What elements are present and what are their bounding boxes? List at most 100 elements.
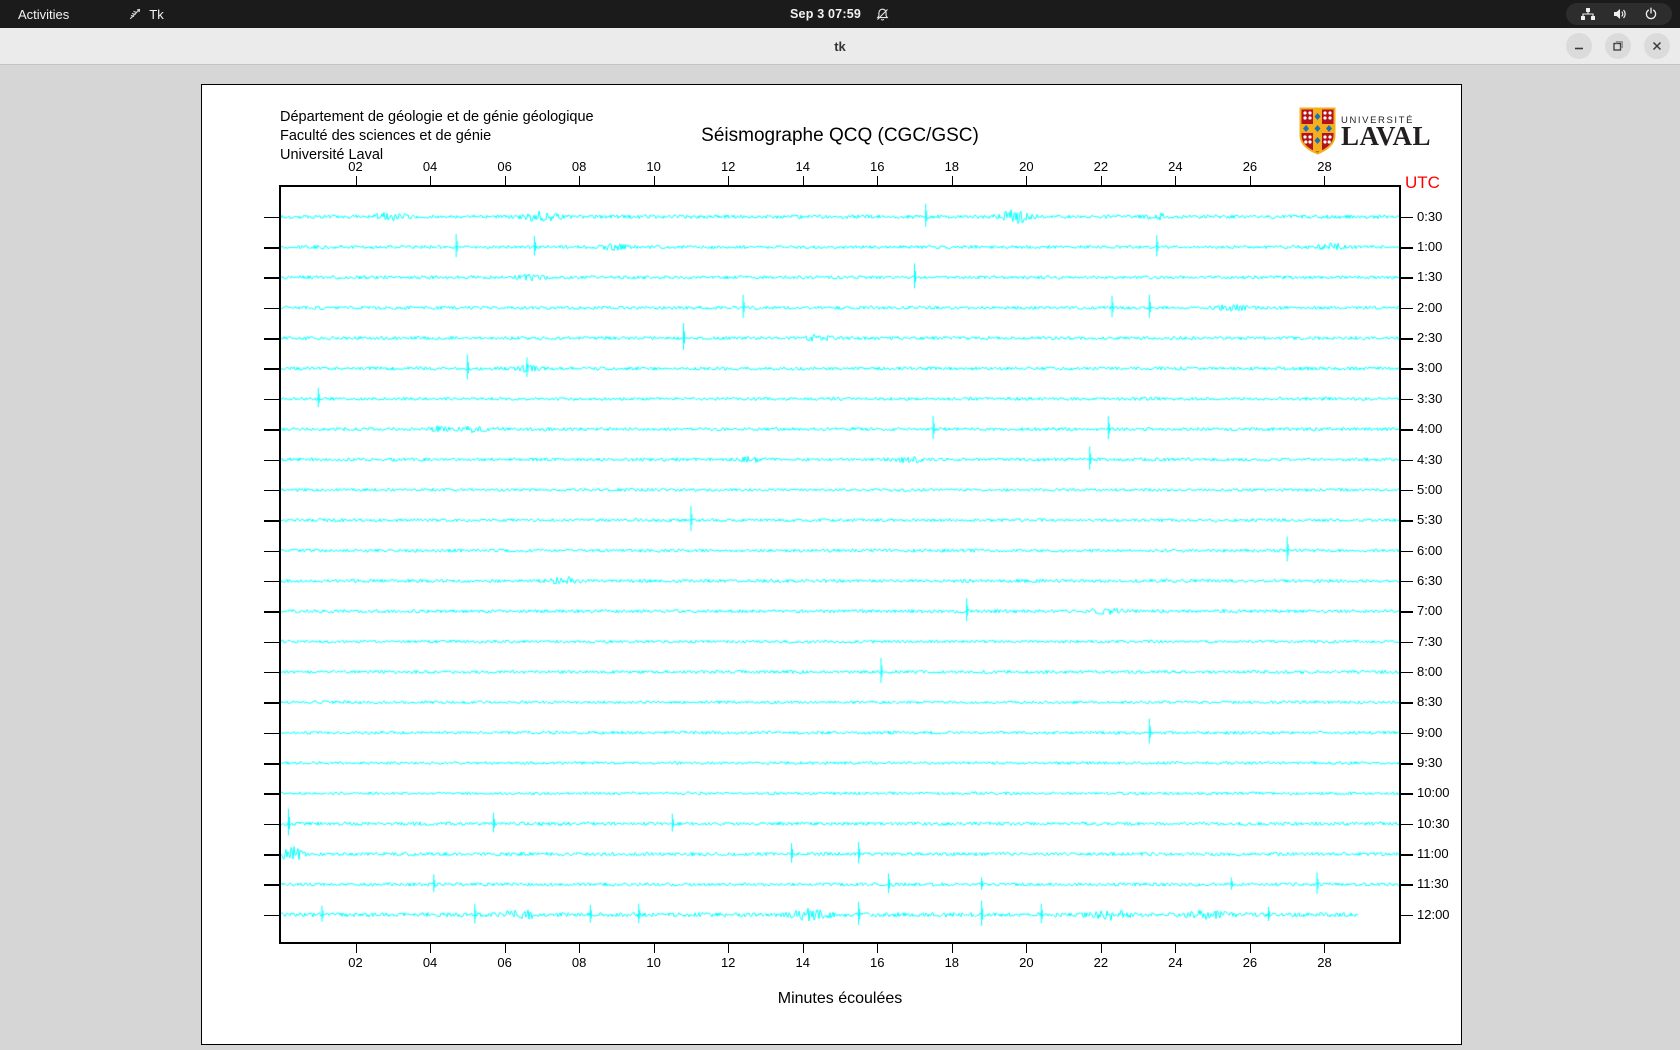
trace-tick-right [1401,823,1413,826]
trace-tick-left [264,611,279,613]
trace-time-label: 6:00 [1417,542,1443,558]
trace-tick-left [264,277,279,279]
x-axis-tick-label-bottom: 10 [646,955,661,970]
x-axis-tick-bottom [1100,944,1102,953]
trace-tick-right [1401,459,1413,461]
trace-tick-left [264,429,279,431]
trace-tick-left [264,520,279,522]
trace-tick-right [1401,247,1413,249]
trace-tick-left [264,702,279,704]
trace-tick-right [1401,429,1413,431]
trace-tick-right [1401,914,1413,917]
trace-time-label: 12:00 [1417,906,1450,922]
trace-tick-left [264,671,279,674]
activities-button[interactable]: Activities [0,0,87,28]
x-axis-tick-label-top: 18 [944,159,960,174]
trace-tick-right [1401,641,1413,644]
trace-tick-right [1401,307,1413,310]
trace-time-label: 5:00 [1417,481,1443,497]
x-axis-tick-top [802,176,804,185]
trace-time-label: 7:00 [1417,603,1443,619]
trace-tick-left [264,641,279,644]
x-axis-tick-top [430,176,432,185]
trace-tick-left [264,580,279,583]
x-axis-tick-label-top: 26 [1242,159,1258,174]
x-axis-tick-bottom [579,944,581,953]
x-axis-tick-label-top: 22 [1093,159,1109,174]
x-axis-tick-label-bottom: 22 [1093,955,1109,970]
close-button[interactable] [1644,33,1670,59]
trace-tick-right [1401,884,1413,886]
maximize-button[interactable] [1605,33,1631,59]
trace-tick-right [1401,398,1413,401]
x-axis-tick-top [355,176,357,185]
trace-time-label: 0:30 [1417,208,1443,224]
trace-time-label: 4:30 [1417,451,1443,467]
x-axis-tick-bottom [1249,944,1251,953]
volume-icon [1612,7,1628,21]
trace-time-label: 1:00 [1417,239,1443,255]
x-axis-tick-top [728,176,730,185]
window-title: tk [834,38,846,54]
trace-tick-left [264,914,279,917]
trace-tick-right [1401,216,1413,219]
trace-time-label: 9:00 [1417,724,1443,740]
plot-area [279,185,1401,944]
x-axis-tick-label-top: 04 [422,159,438,174]
x-axis-tick-top [877,176,879,185]
x-axis-tick-label-bottom: 04 [422,955,438,970]
x-axis-tick-bottom [802,944,804,953]
trace-tick-right [1401,368,1413,370]
notifications-disabled-icon[interactable] [875,7,890,22]
trace-time-label: 11:00 [1417,846,1449,862]
x-axis-tick-top [579,176,581,185]
trace-tick-right [1401,338,1413,340]
trace-tick-left [264,884,279,886]
x-axis-tick-label-bottom: 18 [944,955,960,970]
x-axis-tick-label-top: 14 [795,159,810,174]
x-axis-tick-bottom [1324,944,1326,953]
app-menu-label: Tk [149,6,164,22]
x-axis-tick-bottom [653,944,655,953]
x-axis-tick-label-bottom: 08 [571,955,587,970]
window-titlebar[interactable]: tk [0,28,1680,65]
chart-title: Séismographe QCQ (CGC/GSC) [701,125,979,146]
x-axis-tick-label-bottom: 20 [1019,955,1034,970]
trace-tick-right [1401,580,1413,583]
x-axis-tick-bottom [504,944,506,953]
x-axis-tick-label-bottom: 12 [720,955,736,970]
trace-tick-left [264,793,279,795]
trace-tick-left [264,338,279,340]
trace-time-label: 4:00 [1417,421,1443,437]
trace-time-label: 11:30 [1417,876,1449,892]
system-status-area[interactable] [1566,3,1672,25]
app-menu-tk[interactable]: Tk [127,0,164,28]
trace-tick-right [1401,702,1413,704]
minimize-button[interactable] [1566,33,1592,59]
trace-time-label: 5:30 [1417,512,1443,528]
x-axis-tick-label-top: 06 [497,159,512,174]
trace-tick-right [1401,611,1413,613]
trace-tick-right [1401,520,1413,522]
x-axis-tick-label-bottom: 28 [1317,955,1332,970]
universite-laval-logo: UNIVERSITÉ LAVAL [1299,107,1431,155]
x-axis-tick-bottom [1175,944,1177,953]
trace-time-label: 6:30 [1417,572,1443,588]
x-axis-tick-top [951,176,953,185]
x-axis-tick-label-bottom: 26 [1242,955,1258,970]
trace-tick-left [264,823,279,826]
trace-tick-left [264,459,279,461]
trace-tick-left [264,398,279,401]
laval-shield-icon [1299,107,1336,155]
trace-tick-right [1401,489,1413,492]
x-axis-tick-label-top: 20 [1019,159,1034,174]
trace-time-label: 8:00 [1417,663,1443,679]
trace-tick-right [1401,671,1413,674]
trace-tick-right [1401,732,1413,735]
department-text: Département de géologie et de génie géol… [280,109,594,163]
x-axis-tick-bottom [430,944,432,953]
x-axis-tick-top [1249,176,1251,185]
trace-tick-right [1401,550,1413,553]
clock[interactable]: Sep 3 07:59 [790,7,861,21]
trace-time-label: 10:30 [1417,815,1450,831]
